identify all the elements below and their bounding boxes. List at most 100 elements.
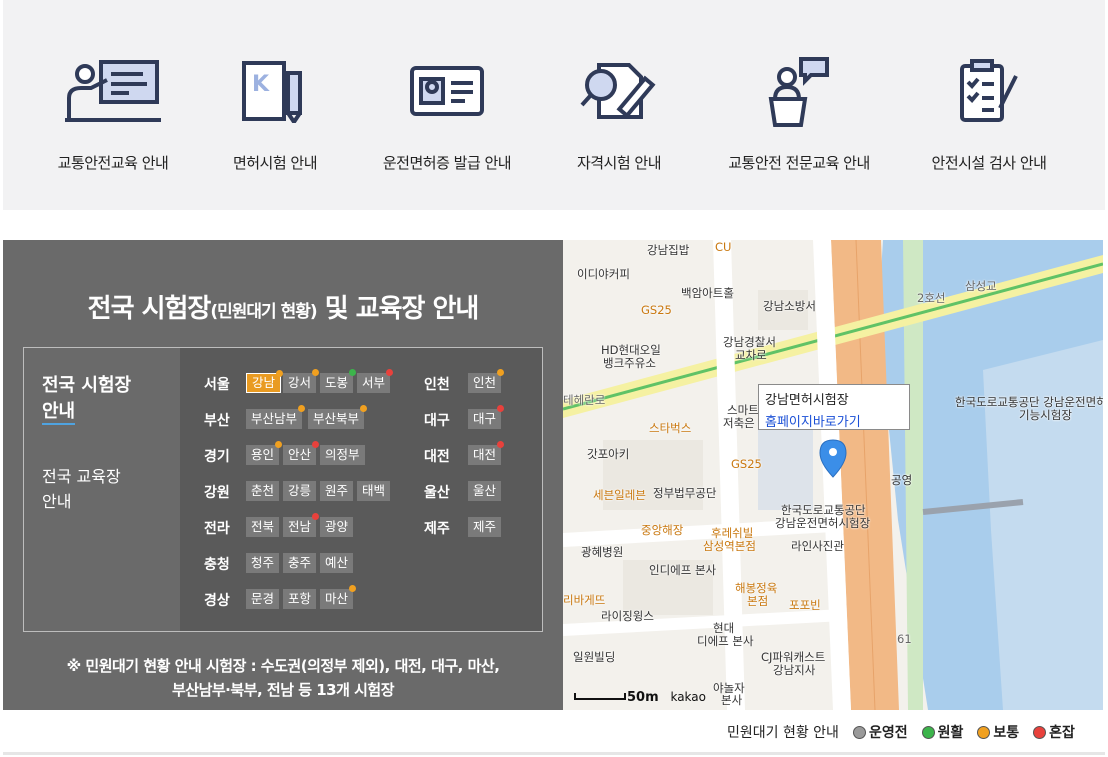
exam-center-chip[interactable]: 강남 — [246, 370, 284, 393]
tab-exam-line2: 안내 — [42, 401, 76, 425]
status-dot-icon — [349, 369, 357, 376]
map-label: 백암아트홀 — [681, 286, 734, 300]
exam-center-chip[interactable]: 용인 — [246, 441, 283, 465]
exam-center-chip[interactable]: 원주 — [320, 481, 354, 501]
exam-center-chip[interactable]: 서부 — [357, 369, 394, 393]
map-label: 본점 — [747, 594, 769, 608]
service-safety-facility-inspection[interactable]: 안전시설 검사 안내 — [899, 52, 1079, 173]
exam-center-chip[interactable]: 예산 — [320, 553, 354, 573]
legend-item-normal: 보통 — [977, 722, 1019, 742]
tab-exam-centers[interactable]: 전국 시험장 안내 — [42, 373, 131, 425]
exam-center-chip[interactable]: 도봉 — [320, 369, 357, 393]
legend-label: 혼잡 — [1049, 725, 1075, 741]
homepage-link[interactable]: 홈페이지바로가기 — [765, 411, 903, 430]
map-label: 삼성교 — [965, 279, 997, 293]
map-label: 리바게뜨 — [563, 593, 606, 607]
lecture-board-icon — [23, 52, 203, 130]
map-scale: 50m kakao — [573, 690, 706, 705]
service-license-exam[interactable]: K 면허시험 안내 — [185, 52, 365, 173]
service-label: 안전시설 검사 안내 — [931, 154, 1047, 172]
exam-center-chip[interactable]: 광양 — [320, 517, 354, 537]
tab-education-centers[interactable]: 전국 교육장 안내 — [42, 464, 121, 514]
map-info-popup: 강남면허시험장 홈페이지바로가기 — [758, 384, 910, 430]
service-menu: 교통안전교육 안내 K 면허시험 안내 운전면허증 발급 안내 자격시험 안내 … — [3, 0, 1105, 210]
exam-center-chip[interactable]: 마산 — [320, 585, 357, 609]
exam-center-chip[interactable]: 울산 — [468, 481, 502, 501]
notice-line2: 부산남부·북부, 전남 등 13개 시험장 — [171, 681, 395, 699]
region-label: 경기 — [204, 449, 230, 465]
status-dot-icon — [276, 370, 284, 377]
region-list: 서울 강남 강서 도봉 서부 부산 부산남부 부산북부 경기 용인 안산 의정부 강원 춘천 강릉 원주 태백 전… — [180, 348, 542, 631]
popup-title: 강남면허시험장 — [765, 393, 849, 408]
exam-center-chip[interactable]: 문경 — [246, 589, 280, 609]
region-label: 경상 — [204, 593, 230, 609]
map-label: 포포빈 — [789, 598, 821, 612]
exam-center-chip[interactable]: 부산북부 — [308, 405, 368, 429]
status-dot-icon — [312, 513, 320, 520]
region-label: 울산 — [424, 485, 450, 501]
svg-text:K: K — [252, 72, 270, 97]
exam-center-chip[interactable]: 포항 — [283, 589, 317, 609]
map-label: 세븐일레븐 — [593, 488, 646, 502]
service-label: 자격시험 안내 — [576, 154, 662, 172]
exam-center-chip[interactable]: 대전 — [468, 441, 505, 465]
map-label: 갓포아키 — [587, 447, 630, 461]
exam-center-chip[interactable]: 강릉 — [283, 481, 317, 501]
service-license-issue[interactable]: 운전면허증 발급 안내 — [357, 52, 537, 173]
exam-center-chip[interactable]: 춘천 — [246, 481, 280, 501]
legend-label: 보통 — [993, 725, 1020, 741]
status-dot-icon — [360, 405, 368, 412]
region-label: 충청 — [204, 557, 230, 573]
exam-center-chip[interactable]: 의정부 — [320, 445, 365, 465]
service-traffic-safety-education[interactable]: 교통안전교육 안내 — [23, 52, 203, 173]
exam-center-chip[interactable]: 태백 — [357, 481, 391, 501]
legend-label: 원활 — [937, 725, 964, 741]
status-dot-icon — [921, 725, 935, 739]
map-label: 저축은 — [723, 416, 755, 430]
status-dot-icon — [497, 441, 505, 448]
map-label: 공영 — [891, 473, 913, 487]
title-small: (민원대기 현황) — [210, 302, 317, 322]
exam-center-chip[interactable]: 전북 — [246, 517, 280, 537]
map-label: 디에프 본사 — [697, 634, 754, 648]
service-qualification-exam[interactable]: 자격시험 안내 — [529, 52, 709, 173]
region-label: 인천 — [424, 377, 450, 393]
exam-center-chip[interactable]: 전남 — [283, 513, 320, 537]
region-label: 대전 — [424, 449, 450, 465]
exam-center-chip[interactable]: 부산남부 — [246, 405, 306, 429]
scale-label: 50m — [627, 690, 659, 705]
status-dot-icon — [497, 405, 505, 412]
map[interactable]: 강남집밥 CU 이디야커피 백암아트홀 강남소방서 GS25 HD현대오일 뱅크… — [563, 240, 1103, 710]
tab-exam-line1: 전국 시험장 — [42, 375, 132, 396]
region-label: 전라 — [204, 521, 230, 537]
exam-center-chip[interactable]: 인천 — [468, 369, 505, 393]
service-label: 운전면허증 발급 안내 — [382, 154, 512, 172]
status-dot-icon — [386, 369, 394, 376]
exam-center-chip[interactable]: 강서 — [283, 369, 320, 393]
region-label: 강원 — [204, 485, 230, 501]
notice-line1: ※ 민원대기 현황 안내 시험장 : 수도권(의정부 제외), 대전, 대구, … — [66, 657, 500, 675]
exam-center-chip[interactable]: 대구 — [468, 405, 505, 429]
status-dot-icon — [349, 585, 357, 592]
map-label: 강남지사 — [773, 663, 816, 677]
map-label: 일원빌딩 — [573, 650, 616, 664]
license-book-pen-icon: K — [185, 52, 365, 130]
map-label: 강남운전면허시험장 — [775, 516, 871, 530]
status-dot-icon — [977, 725, 991, 739]
service-professional-education[interactable]: 교통안전 전문교육 안내 — [709, 52, 889, 173]
map-label: 기능시험장 — [1019, 408, 1072, 422]
exam-center-chip[interactable]: 제주 — [468, 517, 502, 537]
region-label: 부산 — [204, 413, 230, 429]
map-label: 스타벅스 — [649, 421, 692, 435]
map-label: GS25 — [731, 457, 762, 471]
exam-center-chip[interactable]: 안산 — [283, 441, 320, 465]
title-tail: 및 교육장 안내 — [316, 294, 480, 324]
map-label: 강남집밥 — [647, 243, 690, 257]
exam-center-panel: 전국 시험장 (민원대기 현황) 및 교육장 안내 전국 시험장 안내 전국 교육… — [3, 240, 563, 710]
podium-speaker-icon — [709, 52, 889, 130]
service-label: 교통안전교육 안내 — [57, 154, 169, 172]
status-dot-icon — [312, 441, 320, 448]
map-label: 라인사진관 — [791, 539, 844, 553]
exam-center-chip[interactable]: 청주 — [246, 553, 280, 573]
exam-center-chip[interactable]: 충주 — [283, 553, 317, 573]
